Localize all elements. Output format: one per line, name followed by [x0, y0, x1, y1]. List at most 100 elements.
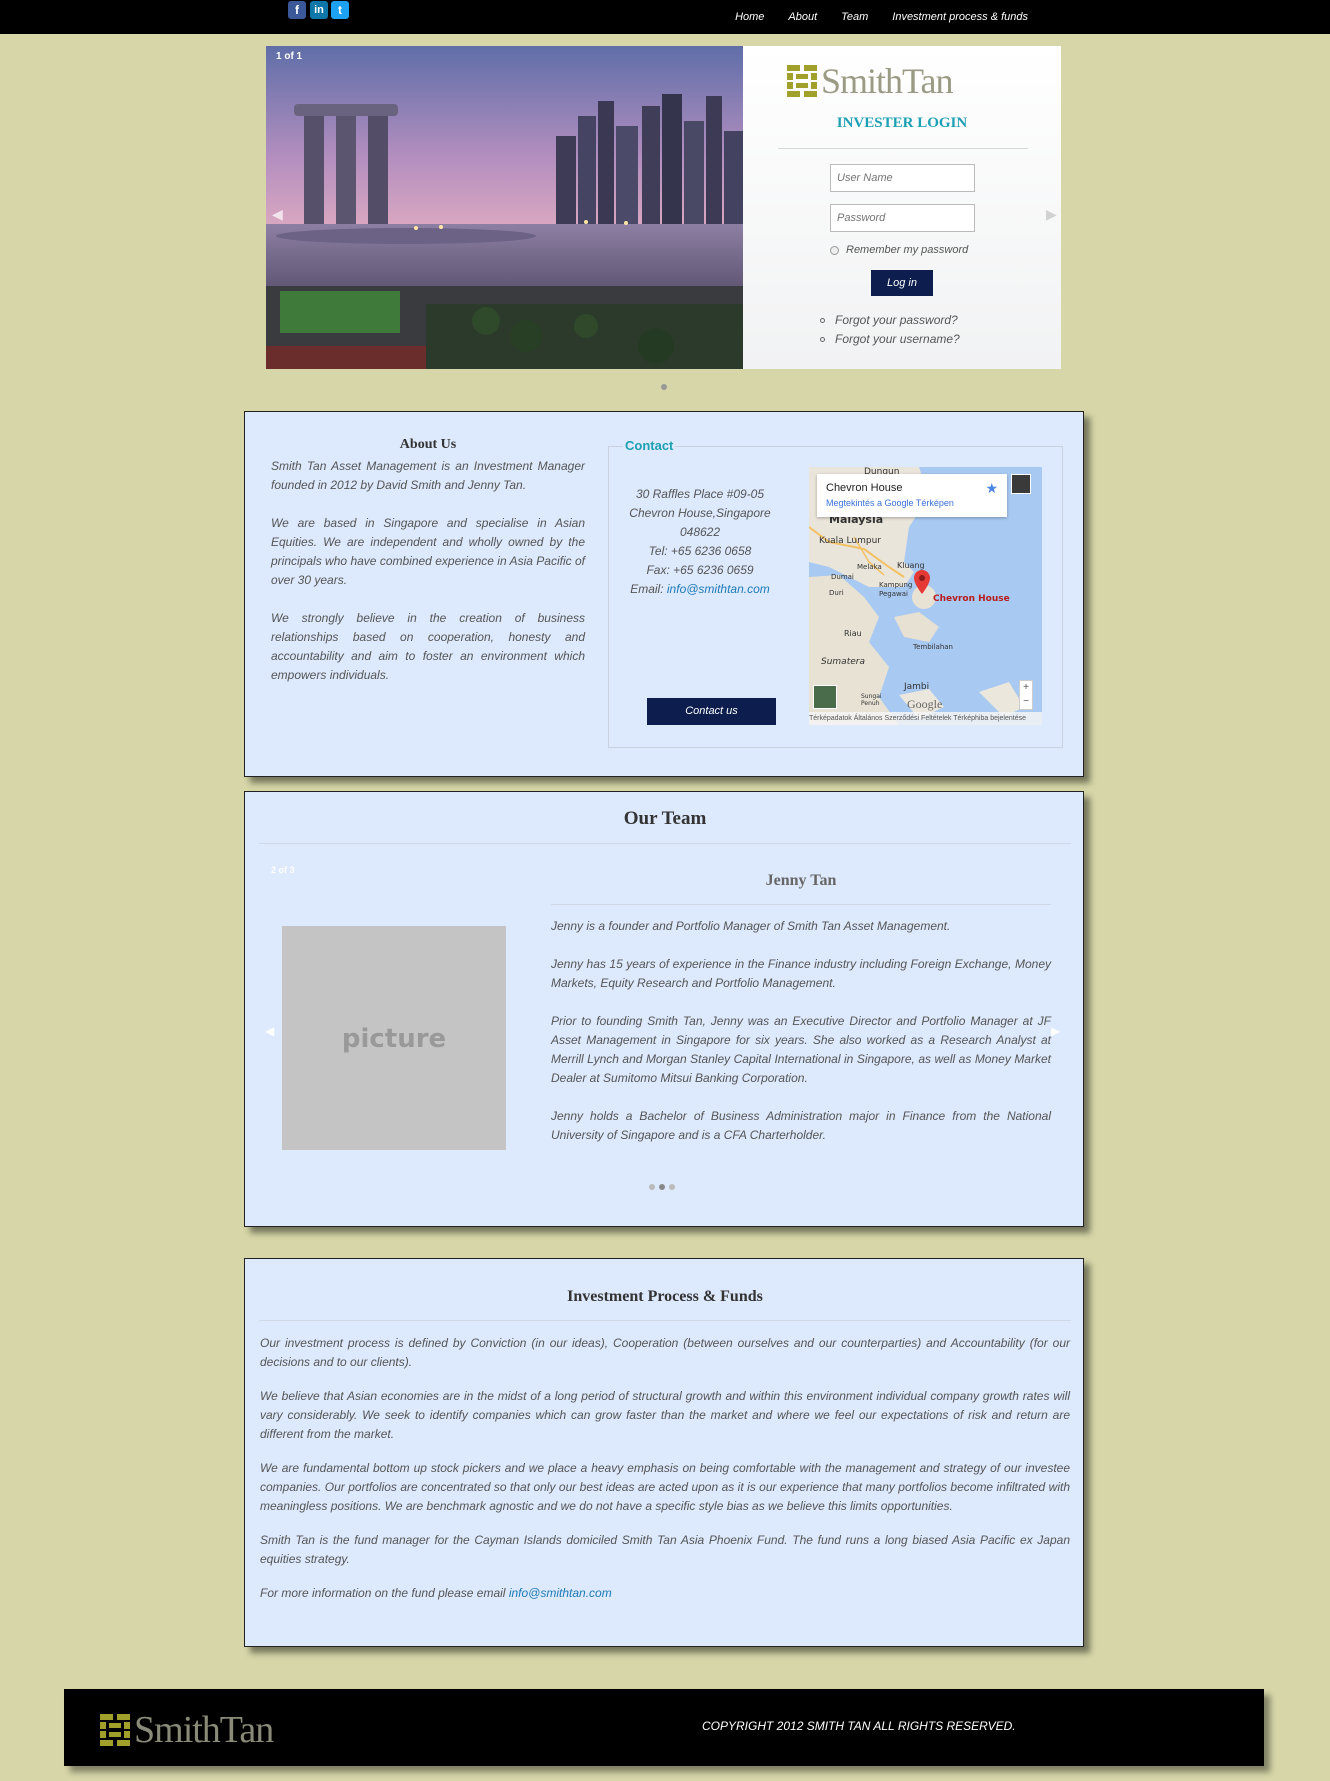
contact-title: Contact: [623, 438, 676, 453]
bullet-icon: [820, 317, 825, 323]
member-name: Jenny Tan: [765, 872, 837, 889]
address-line: Chevron House,Singapore: [629, 506, 771, 520]
username-input[interactable]: [830, 164, 975, 192]
zoom-control[interactable]: + −: [1019, 680, 1033, 710]
remember-checkbox[interactable]: [830, 245, 839, 255]
investment-paragraph: We are fundamental bottom up stock picke…: [260, 1461, 1070, 1513]
smithtan-logo: SmithTan: [787, 60, 953, 102]
smithtan-logo-icon: [787, 65, 817, 97]
about-paragraph: We strongly believe in the creation of b…: [271, 611, 585, 682]
fund-info-prefix: For more information on the fund please …: [260, 1586, 506, 1600]
bio-paragraph: Jenny has 15 years of experience in the …: [551, 957, 1051, 990]
facebook-icon[interactable]: f: [288, 1, 306, 19]
bio-paragraph: Prior to founding Smith Tan, Jenny was a…: [551, 1014, 1051, 1085]
divider: [259, 1320, 1071, 1321]
hero-prev-arrow-icon[interactable]: ◀: [272, 206, 283, 223]
pager-dot-active[interactable]: [659, 1184, 665, 1190]
about-paragraph: Smith Tan Asset Management is an Investm…: [271, 459, 585, 492]
team-pager: [649, 1184, 675, 1190]
remember-label: Remember my password: [846, 244, 969, 256]
hero-next-arrow-icon[interactable]: ▶: [1046, 206, 1057, 223]
smithtan-logo-icon: [100, 1714, 130, 1746]
bio-paragraph: Jenny holds a Bachelor of Business Admin…: [551, 1109, 1051, 1142]
forgot-username-link[interactable]: Forgot your username?: [820, 332, 960, 346]
nav-team[interactable]: Team: [841, 11, 868, 23]
hero-slide-image: 1 of 1 ◀: [266, 46, 743, 369]
nav-investment[interactable]: Investment process & funds: [892, 11, 1028, 23]
password-input[interactable]: [830, 204, 975, 232]
forgot-username-label[interactable]: Forgot your username?: [835, 332, 960, 346]
nav-about[interactable]: About: [788, 11, 817, 23]
investment-paragraph: We believe that Asian economies are in t…: [260, 1389, 1070, 1441]
logo-wordmark: SmithTan: [821, 61, 953, 101]
map-place-label: Kuala Lumpur: [819, 536, 881, 546]
investment-body: Our investment process is defined by Con…: [260, 1334, 1070, 1618]
investor-login-panel: SmithTan INVESTER LOGIN Remember my pass…: [743, 46, 1061, 369]
contact-section: Contact 30 Raffles Place #09-05 Chevron …: [608, 438, 1063, 748]
investment-paragraph: Smith Tan is the fund manager for the Ca…: [260, 1533, 1070, 1566]
hero-section: 1 of 1 ◀ SmithTan INVESTER LOGIN User Na…: [266, 46, 1061, 369]
divider: [259, 843, 1071, 844]
map-pin-label: Chevron House: [933, 594, 1010, 604]
investment-paragraph: Our investment process is defined by Con…: [260, 1336, 1070, 1369]
map-place-label: Jambi: [904, 682, 930, 692]
divider: [778, 148, 1028, 149]
team-prev-arrow-icon[interactable]: ◀: [265, 1024, 274, 1038]
twitter-icon[interactable]: t: [331, 1, 349, 19]
slide-counter: 1 of 1: [276, 51, 303, 62]
google-map[interactable]: Dungun Malaysia Kuala Lumpur Melaka Klua…: [809, 467, 1042, 725]
login-title: INVESTER LOGIN: [836, 115, 968, 131]
map-place-label: Sungai Penuh: [861, 693, 882, 707]
fund-info-line: For more information on the fund please …: [260, 1584, 1070, 1603]
login-button[interactable]: Log in: [871, 270, 933, 296]
map-view-link[interactable]: Megtekintés a Google Térképen: [826, 498, 954, 508]
pager-dot[interactable]: [649, 1184, 655, 1190]
bio-paragraph: Jenny is a founder and Portfolio Manager…: [551, 919, 951, 933]
member-bio: Jenny is a founder and Portfolio Manager…: [551, 917, 1051, 1164]
team-title: Our Team: [623, 808, 707, 829]
hero-pager-dot[interactable]: [661, 384, 667, 390]
main-nav: Home About Team Investment process & fun…: [711, 0, 1028, 34]
forgot-password-link[interactable]: Forgot your password?: [820, 313, 958, 327]
email-label: Email:: [630, 582, 664, 596]
member-picture: picture: [282, 926, 506, 1150]
star-icon[interactable]: ★: [985, 480, 998, 497]
forgot-password-label[interactable]: Forgot your password?: [835, 313, 958, 327]
postcode: 048622: [679, 525, 721, 539]
divider: [551, 904, 1051, 905]
map-info-card: Chevron House Megtekintés a Google Térké…: [817, 474, 1007, 517]
address-line: 30 Raffles Place #09-05: [635, 487, 765, 501]
about-section: About Us Smith Tan Asset Management is a…: [271, 437, 585, 704]
map-footer: Térképadatok Általános Szerződési Feltét…: [809, 712, 1042, 725]
map-card-title: Chevron House: [826, 482, 903, 494]
satellite-toggle[interactable]: [813, 685, 837, 709]
about-title: About Us: [399, 437, 457, 452]
singapore-skyline-photo: [266, 46, 743, 369]
investment-title: Investment Process & Funds: [567, 1288, 763, 1305]
logo-wordmark: SmithTan: [134, 1709, 274, 1751]
email-line: Email: info@smithtan.com: [629, 580, 771, 599]
map-place-label: Tembilahan: [913, 643, 953, 651]
contact-us-button[interactable]: Contact us: [647, 698, 776, 725]
email-link[interactable]: info@smithtan.com: [667, 582, 770, 596]
copyright-text: COPYRIGHT 2012 SMITH TAN ALL RIGHTS RESE…: [702, 1719, 1016, 1733]
fund-email-link[interactable]: info@smithtan.com: [509, 1586, 612, 1600]
map-place-label: Kluang: [897, 561, 925, 570]
footer: SmithTan COPYRIGHT 2012 SMITH TAN ALL RI…: [64, 1689, 1264, 1766]
about-paragraph: We are based in Singapore and specialise…: [271, 516, 585, 587]
nav-home[interactable]: Home: [735, 11, 764, 23]
pager-dot[interactable]: [669, 1184, 675, 1190]
map-place-label: Duri: [829, 589, 844, 597]
footer-logo: SmithTan: [100, 1708, 274, 1752]
team-next-arrow-icon[interactable]: ▶: [1051, 1024, 1060, 1038]
bullet-icon: [820, 336, 825, 342]
slide-counter: 2 of 3: [271, 865, 295, 875]
fax: Fax: +65 6236 0659: [646, 563, 754, 577]
linkedin-icon[interactable]: in: [310, 1, 328, 19]
map-pin-icon[interactable]: [914, 570, 930, 594]
team-panel: Our Team 2 of 3 picture Jenny Tan Jenny …: [244, 791, 1084, 1227]
investment-panel: Investment Process & Funds Our investmen…: [244, 1258, 1084, 1647]
map-place-label: Riau: [844, 629, 862, 638]
avatar[interactable]: [1011, 474, 1031, 494]
remember-password[interactable]: Remember my password: [830, 244, 968, 256]
